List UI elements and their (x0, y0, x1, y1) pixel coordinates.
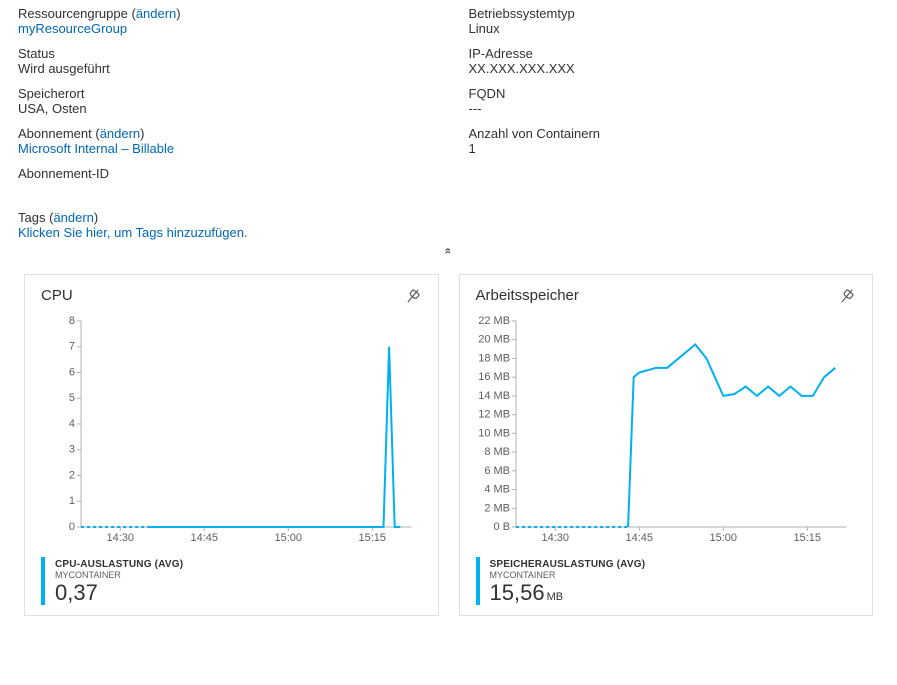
svg-text:1: 1 (69, 495, 75, 507)
property-change-link[interactable]: ändern (100, 126, 140, 141)
cpu-legend-metric: CPU-AUSLASTUNG (AVG) (55, 559, 183, 570)
property-label: Ressourcengruppe (ändern) (18, 6, 429, 21)
memory-legend-unit: MB (547, 591, 564, 603)
svg-text:14:30: 14:30 (106, 532, 134, 544)
pin-icon[interactable] (404, 287, 422, 308)
cpu-legend: CPU-AUSLASTUNG (AVG) MYCONTAINER 0,37 (41, 547, 422, 605)
property-item: SpeicherortUSA, Osten (18, 86, 429, 116)
svg-text:15:00: 15:00 (274, 532, 302, 544)
property-item: Abonnement (ändern)Microsoft Internal – … (18, 126, 429, 156)
cpu-chart-plot: 0 1 2 3 4 5 6 7 8 14:30 14:45 15:00 15:15 (41, 317, 422, 547)
memory-legend-color (476, 557, 480, 605)
svg-text:16 MB: 16 MB (478, 371, 510, 383)
memory-legend-value: 15,56 (490, 580, 545, 605)
collapse-properties-button[interactable]: « (0, 242, 897, 260)
properties-left-column: Ressourcengruppe (ändern)myResourceGroup… (18, 6, 429, 206)
property-item: IP-AdresseXX.XXX.XXX.XXX (469, 46, 880, 76)
property-change-link[interactable]: ändern (136, 6, 176, 21)
svg-text:14:30: 14:30 (541, 532, 569, 544)
property-value: Wird ausgeführt (18, 61, 429, 76)
svg-text:12 MB: 12 MB (478, 409, 510, 421)
property-item: BetriebssystemtypLinux (469, 6, 880, 36)
property-value[interactable]: myResourceGroup (18, 21, 429, 36)
memory-chart-title: Arbeitsspeicher (476, 287, 579, 304)
property-label: Abonnement (ändern) (18, 126, 429, 141)
svg-text:0: 0 (69, 521, 75, 533)
svg-text:18 MB: 18 MB (478, 352, 510, 364)
property-item: FQDN--- (469, 86, 880, 116)
property-item: StatusWird ausgeführt (18, 46, 429, 76)
cpu-legend-value: 0,37 (55, 582, 183, 604)
svg-text:0 B: 0 B (493, 521, 510, 533)
property-item: Ressourcengruppe (ändern)myResourceGroup (18, 6, 429, 36)
tags-label: Tags (18, 210, 45, 225)
property-item: Abonnement-ID (18, 166, 429, 196)
svg-text:5: 5 (69, 392, 75, 404)
property-label: Abonnement-ID (18, 166, 429, 181)
property-value: 1 (469, 141, 880, 156)
svg-text:2 MB: 2 MB (484, 502, 510, 514)
svg-text:4 MB: 4 MB (484, 484, 510, 496)
charts-row: CPU 0 1 2 3 4 5 6 7 8 14:30 14:45 15:00 15:15 CPU-AU… (0, 260, 897, 634)
tags-change-link[interactable]: ändern (53, 210, 93, 225)
property-label: Status (18, 46, 429, 61)
property-label: FQDN (469, 86, 880, 101)
memory-legend: SPEICHERAUSLASTUNG (AVG) MYCONTAINER 15,… (476, 547, 857, 605)
cpu-legend-sub: MYCONTAINER (55, 570, 183, 580)
property-value: Linux (469, 21, 880, 36)
svg-text:3: 3 (69, 444, 75, 456)
property-label: Anzahl von Containern (469, 126, 880, 141)
svg-text:8 MB: 8 MB (484, 446, 510, 458)
property-item: Anzahl von Containern1 (469, 126, 880, 156)
svg-text:10 MB: 10 MB (478, 427, 510, 439)
svg-text:14:45: 14:45 (190, 532, 218, 544)
memory-legend-metric: SPEICHERAUSLASTUNG (AVG) (490, 559, 646, 570)
property-label: Speicherort (18, 86, 429, 101)
property-label: Betriebssystemtyp (469, 6, 880, 21)
tags-row: Tags (ändern) Klicken Sie hier, um Tags … (0, 206, 897, 240)
chevron-up-icon: « (442, 248, 456, 255)
memory-legend-sub: MYCONTAINER (490, 570, 646, 580)
svg-text:14 MB: 14 MB (478, 390, 510, 402)
property-value: XX.XXX.XXX.XXX (469, 61, 880, 76)
svg-text:15:15: 15:15 (793, 532, 821, 544)
memory-chart-plot: 0 B 2 MB 4 MB 6 MB 8 MB 10 MB 12 MB 14 MB 16 MB 1… (476, 317, 857, 547)
svg-text:7: 7 (69, 341, 75, 353)
svg-text:4: 4 (69, 418, 75, 430)
svg-text:14:45: 14:45 (625, 532, 653, 544)
svg-text:15:00: 15:00 (709, 532, 737, 544)
properties-right-column: BetriebssystemtypLinux IP-AdresseXX.XXX.X… (469, 6, 880, 206)
svg-text:6 MB: 6 MB (484, 465, 510, 477)
svg-text:2: 2 (69, 470, 75, 482)
tags-add-link[interactable]: Klicken Sie hier, um Tags hinzuzufügen. (18, 225, 248, 240)
property-value: --- (469, 101, 880, 116)
cpu-legend-color (41, 557, 45, 605)
memory-chart-card: Arbeitsspeicher 0 B 2 MB 4 MB 6 MB 8 MB 10 MB… (459, 274, 874, 616)
svg-text:22 MB: 22 MB (478, 315, 510, 327)
svg-text:15:15: 15:15 (359, 532, 387, 544)
property-value[interactable]: Microsoft Internal – Billable (18, 141, 429, 156)
cpu-chart-card: CPU 0 1 2 3 4 5 6 7 8 14:30 14:45 15:00 15:15 CPU-AU… (24, 274, 439, 616)
svg-text:6: 6 (69, 367, 75, 379)
property-value (18, 181, 429, 196)
pin-icon[interactable] (838, 287, 856, 308)
svg-text:8: 8 (69, 315, 75, 327)
properties-panel: Ressourcengruppe (ändern)myResourceGroup… (0, 0, 897, 206)
cpu-chart-title: CPU (41, 287, 73, 304)
property-label: IP-Adresse (469, 46, 880, 61)
property-value: USA, Osten (18, 101, 429, 116)
svg-text:20 MB: 20 MB (478, 334, 510, 346)
